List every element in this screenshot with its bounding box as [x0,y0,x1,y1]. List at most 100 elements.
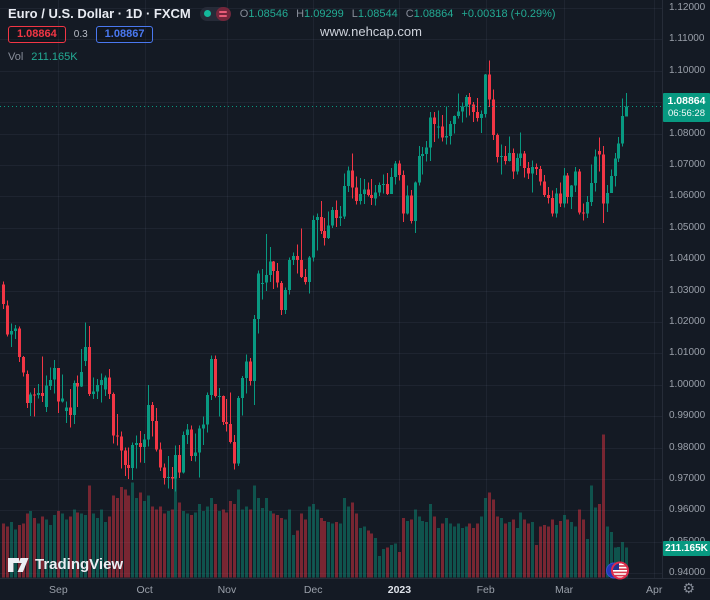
volume-legend: Vol 211.165K [8,51,78,63]
volume-label[interactable]: Vol [8,51,23,63]
sell-button[interactable]: 1.08864 [8,26,66,43]
volume-bar [370,534,373,578]
candle [441,127,444,138]
candle [155,421,158,450]
candle [147,405,150,439]
candle [543,182,546,195]
volume-bar [547,527,550,578]
volume-bar [355,514,358,578]
time-axis-label[interactable]: Nov [218,584,237,596]
price-axis[interactable]: 1.120001.110001.100001.090001.080001.070… [662,0,710,578]
volume-bar [233,504,236,578]
tradingview-logo-text: TradingView [35,556,123,573]
volume-bar [339,524,342,578]
volume-bar [531,522,534,577]
time-axis[interactable]: Sep Oct Nov Dec 2023 Feb Mar Apr [0,578,710,600]
volume-bar [461,528,464,578]
volume-bar [555,525,558,577]
volume-bar [312,504,315,578]
volume-bar [523,519,526,577]
time-axis-label[interactable]: Oct [136,584,152,596]
toggle-menu-icon [216,7,231,21]
time-axis-label[interactable]: Sep [49,584,68,596]
candle [378,185,381,193]
symbol-title[interactable]: Euro / U.S. Dollar · 1D · FXCM [8,6,191,21]
candle [461,107,464,112]
candle [174,455,177,478]
volume-bar [237,490,240,578]
candle [429,117,432,147]
candle [292,256,295,260]
candle [457,111,460,116]
time-axis-label[interactable]: Feb [477,584,495,596]
candle [421,154,424,156]
volume-bar [508,522,511,577]
volume-bar [320,518,323,578]
candle [488,75,491,100]
economic-event-icons[interactable] [606,559,631,587]
volume-bar [351,502,354,577]
time-axis-label[interactable]: Apr [646,584,662,596]
candle [316,217,319,220]
candle [225,422,228,424]
volume-bar [174,478,177,577]
volume-bar [249,510,252,578]
low-value: L1.08544 [352,8,398,20]
price-axis-label: 1.08000 [669,128,705,139]
volume-bar [410,519,413,577]
candle [363,190,366,195]
candle [535,167,538,169]
candle [312,220,315,257]
candle [22,357,25,372]
volume-bar [519,512,522,577]
time-axis-label[interactable]: 2023 [388,584,411,596]
candle [563,176,566,204]
candle [418,156,421,183]
tradingview-logo-icon [8,558,29,572]
buy-button[interactable]: 1.08867 [96,26,154,43]
candle [335,210,338,218]
volume-bar [527,524,530,578]
volume-bar [453,527,456,578]
volume-bar [151,507,154,578]
legend-visibility-toggle[interactable] [200,7,231,21]
time-axis-label[interactable]: Dec [304,584,323,596]
price-axis-label: 1.03000 [669,285,705,296]
volume-bar [343,498,346,577]
volume-bar [269,511,272,578]
candle [53,368,56,380]
candle [131,445,134,468]
candle [163,467,166,478]
candle [590,183,593,202]
volume-bar [272,514,275,578]
tradingview-logo[interactable]: TradingView [8,556,123,573]
candle [237,398,240,463]
volume-bar [449,524,452,578]
candle [445,136,448,138]
volume-bar [574,527,577,578]
volume-bar [131,483,134,578]
volume-bar [418,517,421,578]
volume-bar [292,535,295,578]
volume-bar [468,524,471,578]
price-axis-label: 1.11000 [669,33,704,44]
candle [547,195,550,198]
time-axis-label[interactable]: Mar [555,584,573,596]
volume-bar [598,504,601,578]
candle [320,217,323,231]
candle [625,107,628,117]
volume-bar [276,515,279,577]
candle [214,359,217,396]
candle [182,435,185,472]
current-price-value: 1.08864 [663,95,710,108]
gear-icon[interactable]: ⚙ [682,580,695,597]
candle [602,155,605,204]
candle [253,319,256,381]
volume-bar [496,517,499,578]
candle [566,176,569,197]
volume-bar [2,524,5,578]
volume-bar [570,522,573,577]
price-axis-label: 1.07000 [669,159,705,170]
price-chart-canvas[interactable] [0,0,662,578]
candle [437,127,440,128]
